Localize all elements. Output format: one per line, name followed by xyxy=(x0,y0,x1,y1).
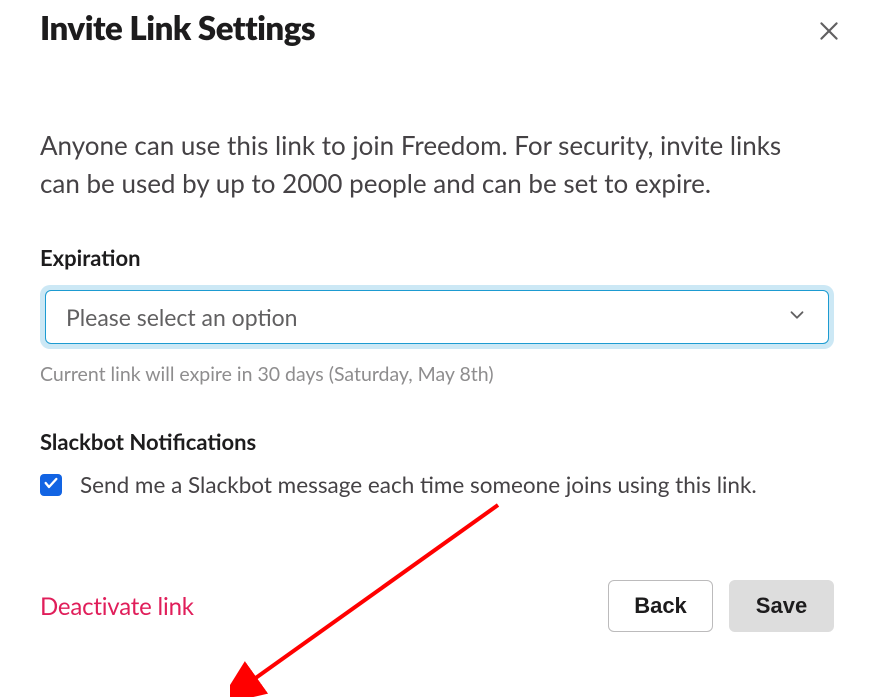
deactivate-link[interactable]: Deactivate link xyxy=(40,592,194,621)
back-button[interactable]: Back xyxy=(608,580,713,632)
notifications-checkbox-row: Send me a Slackbot message each time som… xyxy=(40,469,834,502)
modal-title: Invite Link Settings xyxy=(40,8,315,48)
close-icon xyxy=(816,18,842,47)
notifications-checkbox[interactable] xyxy=(40,474,62,496)
modal-footer: Deactivate link Back Save xyxy=(40,580,834,632)
invite-link-settings-modal: Invite Link Settings Anyone can use this… xyxy=(0,0,874,652)
modal-header: Invite Link Settings xyxy=(40,8,834,51)
chevron-down-icon xyxy=(786,304,808,330)
close-button[interactable] xyxy=(812,14,846,51)
notifications-label: Slackbot Notifications xyxy=(40,428,834,455)
footer-button-group: Back Save xyxy=(608,580,834,632)
expiration-helper-text: Current link will expire in 30 days (Sat… xyxy=(40,363,834,386)
expiration-select-placeholder: Please select an option xyxy=(66,303,786,331)
expiration-select-wrapper: Please select an option xyxy=(40,285,834,349)
modal-description: Anyone can use this link to join Freedom… xyxy=(40,127,820,202)
check-icon xyxy=(43,475,59,495)
notifications-checkbox-label[interactable]: Send me a Slackbot message each time som… xyxy=(80,469,757,502)
expiration-select[interactable]: Please select an option xyxy=(45,290,829,344)
expiration-label: Expiration xyxy=(40,244,834,271)
save-button[interactable]: Save xyxy=(729,580,834,632)
